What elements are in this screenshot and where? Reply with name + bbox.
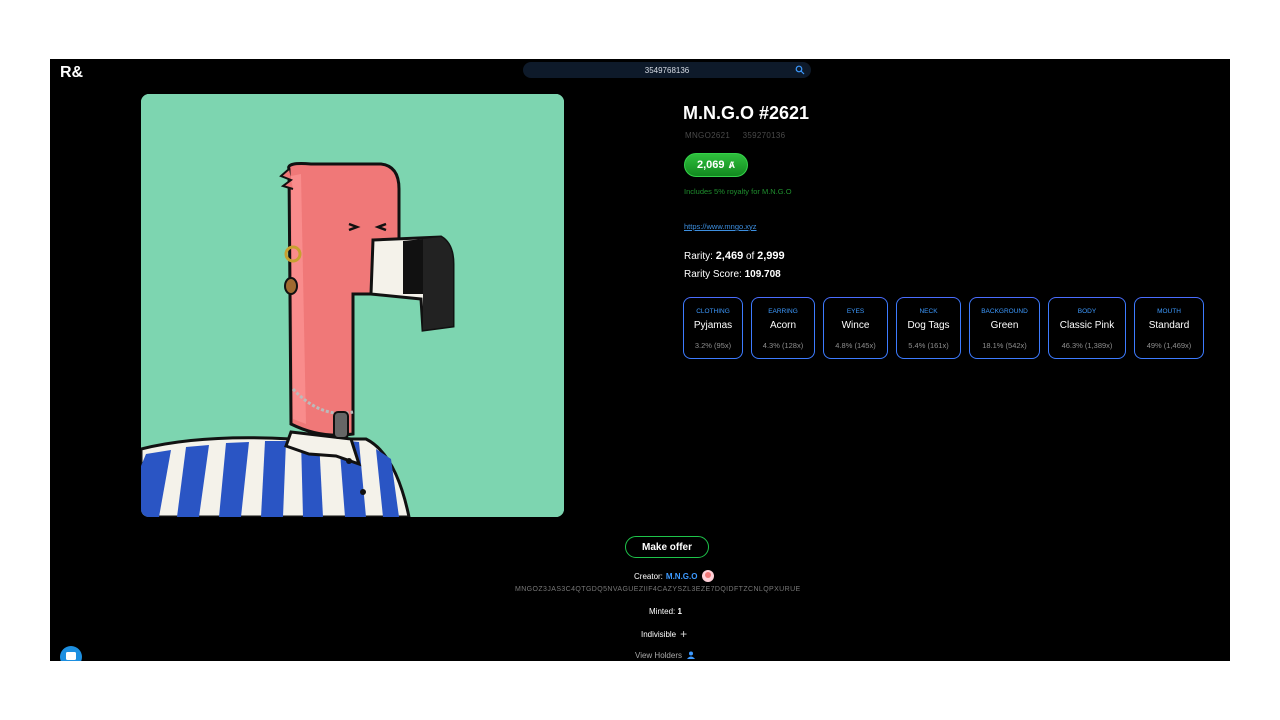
trait-card[interactable]: EYES Wince 4.8% (145x): [823, 297, 888, 359]
asset-id[interactable]: 359270136: [743, 131, 786, 140]
royalty-note: Includes 5% royalty for M.N.G.O: [684, 187, 792, 196]
creator-address[interactable]: MNGOZ3JAS3C4QTGDQ5NVAGUEZIIF4CAZYSZL3EZE…: [515, 586, 801, 593]
trait-name: EYES: [846, 308, 865, 315]
price-value: 2,069: [696, 159, 725, 171]
trait-card[interactable]: BODY Classic Pink 46.3% (1,389x): [1048, 297, 1126, 359]
trait-percent: 4.3% (128x): [762, 341, 804, 350]
trait-card[interactable]: EARRING Acorn 4.3% (128x): [751, 297, 815, 359]
trait-value: Wince: [841, 320, 870, 331]
rarity-score: Rarity Score: 109.708: [684, 269, 781, 280]
trait-card[interactable]: CLOTHING Pyjamas 3.2% (95x): [683, 297, 743, 359]
make-offer-button[interactable]: Make offer: [625, 536, 709, 558]
search-input[interactable]: [550, 64, 784, 76]
app-window: R& 3549768136 M.N.G.O #2621 MNGO2621 359…: [50, 59, 1230, 661]
search-bar[interactable]: [523, 62, 811, 78]
trait-value: Acorn: [769, 320, 797, 331]
search-icon[interactable]: [795, 65, 805, 75]
trait-value: Dog Tags: [907, 320, 950, 331]
trait-value: Standard: [1148, 320, 1190, 331]
trait-name: BACKGROUND: [981, 308, 1028, 315]
trait-percent: 49% (1,469x): [1146, 341, 1192, 350]
flamingo-illustration: [141, 94, 564, 517]
nft-image: [141, 94, 564, 517]
trait-name: NECK: [919, 308, 938, 315]
creator-label: Creator:: [634, 571, 663, 581]
trait-name: BODY: [1077, 308, 1097, 315]
creator-name[interactable]: M.N.G.O: [666, 572, 698, 581]
trait-value: Pyjamas: [693, 320, 733, 331]
trait-card[interactable]: MOUTH Standard 49% (1,469x): [1134, 297, 1204, 359]
trait-percent: 5.4% (161x): [908, 341, 949, 350]
indivisible-row[interactable]: Indivisible +: [641, 627, 687, 641]
unit-name: MNGO2621: [685, 131, 731, 140]
trait-percent: 46.3% (1,389x): [1061, 341, 1113, 350]
chat-icon: [66, 652, 76, 660]
trait-name: MOUTH: [1157, 308, 1181, 315]
algo-icon: Ⱥ: [728, 160, 736, 170]
asset-title: M.N.G.O #2621: [683, 103, 810, 123]
trait-value: Green: [990, 320, 1019, 331]
trait-percent: 4.8% (145x): [835, 341, 876, 350]
asset-meta: MNGO2621 359270136: [685, 131, 785, 140]
trait-percent: 18.1% (542x): [982, 341, 1027, 350]
creator-row: Creator: M.N.G.O: [634, 570, 715, 582]
holders-icon: [686, 651, 695, 659]
trait-name: CLOTHING: [696, 308, 730, 315]
traits-list: CLOTHING Pyjamas 3.2% (95x) EARRING Acor…: [683, 297, 1204, 359]
expand-plus-icon[interactable]: +: [680, 627, 687, 641]
trait-value: Classic Pink: [1059, 320, 1115, 331]
trait-card[interactable]: BACKGROUND Green 18.1% (542x): [969, 297, 1040, 359]
rarity-rank: Rarity: 2,469 of 2,999: [684, 250, 785, 262]
price-button[interactable]: 2,069 Ⱥ: [684, 153, 748, 177]
view-holders-link[interactable]: View Holders: [635, 650, 696, 660]
creator-avatar[interactable]: [702, 570, 715, 582]
minted-info: Minted: 1: [649, 607, 682, 616]
site-logo[interactable]: R&: [60, 64, 83, 82]
trait-card[interactable]: NECK Dog Tags 5.4% (161x): [896, 297, 961, 359]
trait-percent: 3.2% (95x): [694, 341, 732, 350]
chat-widget-button[interactable]: [60, 646, 82, 661]
website-link[interactable]: https://www.mngo.xyz: [684, 222, 757, 231]
trait-name: EARRING: [768, 308, 798, 315]
